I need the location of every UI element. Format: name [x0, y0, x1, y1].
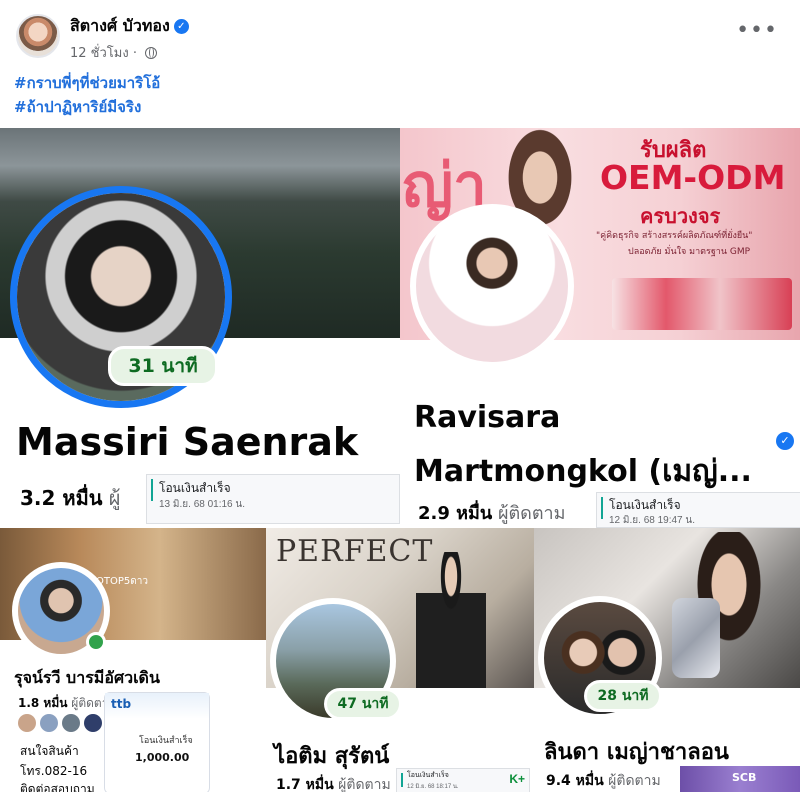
transfer-slip: ttb โอนเงินสำเร็จ 1,000.00 — [104, 692, 210, 792]
post-image-2[interactable]: ญ่า รับผลิต OEM-ODM ครบวงจร "คู่คิดธุรกิ… — [400, 128, 800, 528]
follower-count: 1.7 หมื่น ผู้ติดตาม — [276, 774, 391, 792]
more-options-button[interactable]: ••• — [736, 18, 778, 43]
friend-avatars — [18, 714, 108, 734]
transfer-receipt: โอนเงินสำเร็จ 12 มิ.ย. 68 18:17 น. K+ — [396, 768, 530, 792]
post-image-1[interactable]: 31 นาที Massiri Saenrak 3.2 หมื่น ผู้ โอ… — [0, 128, 400, 528]
follower-number: 2.9 หมื่น — [418, 503, 493, 524]
hashtag-link[interactable]: #ถ้าปาฏิหาริย์มีจริง — [14, 95, 141, 119]
follower-label: ผู้ — [108, 486, 121, 510]
post-image-3[interactable]: OTOP5ดาว รุจน์รวี บารมีอัศวเดิน 1.8 หมื่… — [0, 528, 266, 792]
cover-text: PERFECT — [276, 534, 434, 569]
follower-number: 9.4 หมื่น — [546, 773, 604, 789]
profile-name: Massiri Saenrak — [16, 420, 359, 464]
transfer-receipt: โอนเงินสำเร็จ 12 มิ.ย. 68 19:47 น. — [596, 492, 800, 528]
follower-number: 1.8 หมื่น — [18, 696, 68, 710]
receipt-title: โอนเงินสำเร็จ — [407, 772, 449, 779]
follower-count: 9.4 หมื่น ผู้ติดตาม — [546, 770, 661, 792]
post-image-5[interactable]: 28 นาที ลินดา เมญ่าชาลอน 9.4 หมื่น ผู้ติ… — [534, 528, 800, 792]
profile-name: ลินดา เมญ่าชาลอน — [544, 740, 729, 765]
profile-name: รุจน์รวี บารมีอัศวเดิน — [14, 668, 160, 687]
slip-amount: 1,000.00 — [135, 751, 190, 764]
cover-text: ปลอดภัย มั่นใจ มาตรฐาน GMP — [628, 247, 751, 257]
author-name[interactable]: สิตางศ์ บัวทอง — [70, 16, 170, 35]
hashtag-link[interactable]: #กราบพี่ๆที่ช่วยมาริโอ้ — [14, 71, 160, 95]
bank-logo: ttb — [111, 697, 132, 711]
bank-logo: SCB — [732, 771, 757, 784]
slip-title: โอนเงินสำเร็จ — [139, 736, 193, 746]
follower-label: ผู้ติดตาม — [608, 773, 661, 789]
profile-name: ไอติม สุรัตน์ — [274, 744, 390, 769]
globe-icon — [145, 47, 158, 59]
follower-count: 1.8 หมื่น ผู้ติดตา — [18, 694, 108, 713]
bio-line: สนใจสินค้า — [20, 744, 79, 758]
follower-count: 2.9 หมื่น ผู้ติดตาม — [418, 498, 566, 527]
timestamp-badge: 31 นาที — [108, 346, 218, 386]
timestamp-badge: 47 นาที — [324, 688, 402, 720]
verified-badge-icon: ✓ — [173, 19, 189, 34]
timestamp-badge: 28 นาที — [584, 680, 662, 712]
bio-line: ติดต่อสอบถาม — [20, 782, 95, 792]
follower-number: 3.2 หมื่น — [20, 486, 103, 510]
bank-logo: K+ — [509, 772, 525, 786]
post-author[interactable]: สิตางศ์ บัวทอง ✓ — [70, 14, 189, 39]
bio-line: โทร.082-16 — [20, 764, 88, 778]
follower-label: ผู้ติดตาม — [338, 777, 391, 792]
follower-number: 1.7 หมื่น — [276, 777, 334, 792]
transfer-receipt: โอนเงินสำเร็จ 13 มิ.ย. 68 01:16 น. — [146, 474, 400, 524]
verified-badge-icon: ✓ — [776, 432, 794, 450]
online-status-icon — [86, 632, 106, 652]
receipt-date: 12 มิ.ย. 68 18:17 น. — [407, 784, 459, 790]
profile-name-line: Martmongkol (เมญ่... — [414, 454, 752, 489]
post-time[interactable]: 12 ชั่วโมง — [70, 46, 129, 61]
cover-text: OEM-ODM — [600, 158, 786, 197]
profile-name-line: Ravisara — [414, 400, 561, 435]
receipt-title: โอนเงินสำเร็จ — [159, 481, 231, 495]
profile-picture — [410, 204, 574, 368]
follower-label: ผู้ติดตาม — [497, 503, 566, 524]
receipt-date: 13 มิ.ย. 68 01:16 น. — [159, 499, 246, 510]
post-meta: 12 ชั่วโมง · — [70, 42, 158, 63]
follower-count: 3.2 หมื่น ผู้ — [20, 482, 121, 514]
author-avatar[interactable] — [16, 14, 60, 58]
receipt-date: 12 มิ.ย. 68 19:47 น. — [609, 515, 696, 526]
cover-text: "คู่คิดธุรกิจ สร้างสรรค์ผลิตภัณฑ์ที่ยั่ง… — [596, 231, 753, 241]
post-image-4[interactable]: PERFECT 47 นาที ไอติม สุรัตน์ 1.7 หมื่น … — [266, 528, 534, 792]
transfer-slip: SCB — [680, 766, 800, 792]
follower-label: ผู้ติดตา — [71, 696, 109, 710]
